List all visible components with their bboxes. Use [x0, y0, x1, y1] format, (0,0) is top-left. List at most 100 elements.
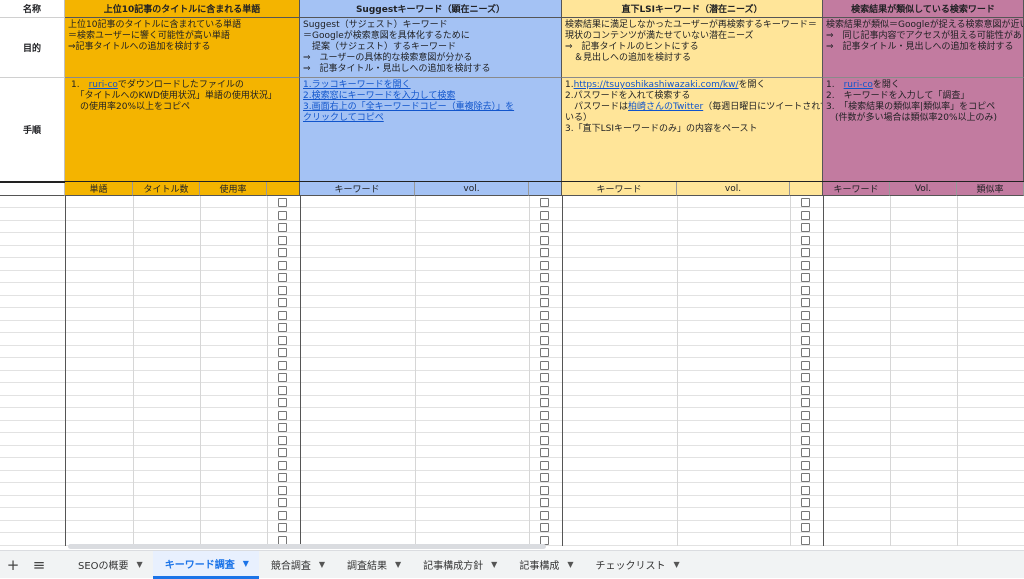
chevron-down-icon[interactable]: ▼: [567, 560, 573, 569]
row-checkbox[interactable]: [801, 523, 810, 532]
row-checkbox[interactable]: [801, 536, 810, 545]
row-checkbox[interactable]: [278, 386, 287, 395]
column-header-word[interactable]: 単語: [65, 182, 133, 196]
row-checkbox[interactable]: [801, 361, 810, 370]
row-checkbox[interactable]: [540, 336, 549, 345]
row-checkbox[interactable]: [278, 511, 287, 520]
table-row[interactable]: [0, 484, 1024, 496]
column-header-check[interactable]: [790, 182, 823, 196]
table-row[interactable]: [0, 209, 1024, 221]
table-row[interactable]: [0, 371, 1024, 383]
table-row[interactable]: [0, 346, 1024, 358]
row-checkbox[interactable]: [801, 473, 810, 482]
column-header-check[interactable]: [529, 182, 562, 196]
row-checkbox[interactable]: [801, 498, 810, 507]
ruri-co-link[interactable]: ruri-co: [844, 80, 873, 90]
table-row[interactable]: [0, 509, 1024, 521]
row-checkbox[interactable]: [540, 486, 549, 495]
row-checkbox[interactable]: [540, 386, 549, 395]
row-checkbox[interactable]: [540, 323, 549, 332]
row-checkbox[interactable]: [801, 448, 810, 457]
row-checkbox[interactable]: [540, 436, 549, 445]
row-checkbox[interactable]: [278, 373, 287, 382]
row-checkbox[interactable]: [278, 261, 287, 270]
row-checkbox[interactable]: [801, 461, 810, 470]
row-checkbox[interactable]: [801, 348, 810, 357]
table-row[interactable]: [0, 421, 1024, 433]
chevron-down-icon[interactable]: ▼: [673, 560, 679, 569]
row-checkbox[interactable]: [278, 348, 287, 357]
row-checkbox[interactable]: [278, 398, 287, 407]
row-checkbox[interactable]: [801, 411, 810, 420]
table-row[interactable]: [0, 359, 1024, 371]
row-checkbox[interactable]: [801, 248, 810, 257]
row-checkbox[interactable]: [278, 461, 287, 470]
row-checkbox[interactable]: [801, 511, 810, 520]
row-checkbox[interactable]: [540, 198, 549, 207]
row-checkbox[interactable]: [540, 361, 549, 370]
table-row[interactable]: [0, 259, 1024, 271]
chevron-down-icon[interactable]: ▼: [491, 560, 497, 569]
section-1-title[interactable]: 上位10記事のタイトルに含まれる単語: [65, 0, 300, 18]
row-checkbox[interactable]: [540, 423, 549, 432]
row-checkbox[interactable]: [278, 523, 287, 532]
row-checkbox[interactable]: [278, 236, 287, 245]
row-checkbox[interactable]: [801, 336, 810, 345]
row-checkbox[interactable]: [278, 273, 287, 282]
row-checkbox[interactable]: [540, 398, 549, 407]
row-checkbox[interactable]: [540, 448, 549, 457]
row-checkbox[interactable]: [801, 323, 810, 332]
row-checkbox[interactable]: [540, 298, 549, 307]
row-checkbox[interactable]: [801, 436, 810, 445]
row-checkbox[interactable]: [278, 286, 287, 295]
row-checkbox[interactable]: [278, 211, 287, 220]
table-row[interactable]: [0, 321, 1024, 333]
column-header-vol[interactable]: Vol.: [890, 182, 957, 196]
row-checkbox[interactable]: [540, 248, 549, 257]
row-checkbox[interactable]: [801, 236, 810, 245]
tab-article-structure-policy[interactable]: 記事構成方針 ▼: [411, 551, 507, 579]
section-3-title[interactable]: 直下LSIキーワード（潜在ニーズ）: [562, 0, 823, 18]
table-row[interactable]: [0, 271, 1024, 283]
table-row[interactable]: [0, 196, 1024, 208]
row-checkbox[interactable]: [540, 286, 549, 295]
column-header-similarity[interactable]: 類似率: [957, 182, 1024, 196]
lsi-tool-link[interactable]: https://tsuyoshikashiwazaki.com/kw/: [574, 80, 739, 90]
row-checkbox[interactable]: [540, 261, 549, 270]
row-checkbox[interactable]: [540, 373, 549, 382]
row-checkbox[interactable]: [801, 261, 810, 270]
table-row[interactable]: [0, 234, 1024, 246]
row-checkbox[interactable]: [801, 423, 810, 432]
table-row[interactable]: [0, 309, 1024, 321]
row-checkbox[interactable]: [540, 473, 549, 482]
section-3-steps[interactable]: 1.https://tsuyoshikashiwazaki.com/kw/を開く…: [562, 78, 823, 182]
add-sheet-icon[interactable]: +: [0, 551, 26, 579]
section-4-purpose[interactable]: 検索結果が類似＝Googleが捉える検索意図が近い ⇒ 同じ記事内容でアクセスが…: [823, 18, 1024, 78]
row-checkbox[interactable]: [540, 211, 549, 220]
table-row[interactable]: [0, 384, 1024, 396]
row-checkbox[interactable]: [278, 311, 287, 320]
row-checkbox[interactable]: [801, 223, 810, 232]
section-2-steps[interactable]: 1.ラッコキーワードを開く 2.検索窓にキーワードを入力して検索 3.画面右上の…: [300, 78, 562, 182]
row-checkbox[interactable]: [801, 398, 810, 407]
row-checkbox[interactable]: [540, 411, 549, 420]
ruri-co-link[interactable]: ruri-co: [89, 80, 118, 90]
row-checkbox[interactable]: [801, 286, 810, 295]
row-checkbox[interactable]: [801, 211, 810, 220]
row-checkbox[interactable]: [540, 511, 549, 520]
row-checkbox[interactable]: [278, 498, 287, 507]
row-checkbox[interactable]: [801, 273, 810, 282]
row-checkbox[interactable]: [540, 236, 549, 245]
section-3-purpose[interactable]: 検索結果に満足しなかったユーザーが再検索するキーワード＝ 現状のコンテンツが満た…: [562, 18, 823, 78]
table-row[interactable]: [0, 434, 1024, 446]
table-row[interactable]: [0, 496, 1024, 508]
section-2-purpose[interactable]: Suggest（サジェスト）キーワード ＝Googleが検索意図を具体化するため…: [300, 18, 562, 78]
row-checkbox[interactable]: [540, 348, 549, 357]
row-checkbox[interactable]: [540, 461, 549, 470]
twitter-link[interactable]: 柏崎さんのTwitter: [628, 102, 703, 112]
row-checkbox[interactable]: [278, 248, 287, 257]
column-header-vol[interactable]: vol.: [677, 182, 790, 196]
column-header-keyword[interactable]: キーワード: [823, 182, 890, 196]
spreadsheet-grid[interactable]: 名称 目的 手順 上位10記事のタイトルに含まれる単語 上位10記事のタイトルに…: [0, 0, 1024, 546]
row-checkbox[interactable]: [801, 373, 810, 382]
